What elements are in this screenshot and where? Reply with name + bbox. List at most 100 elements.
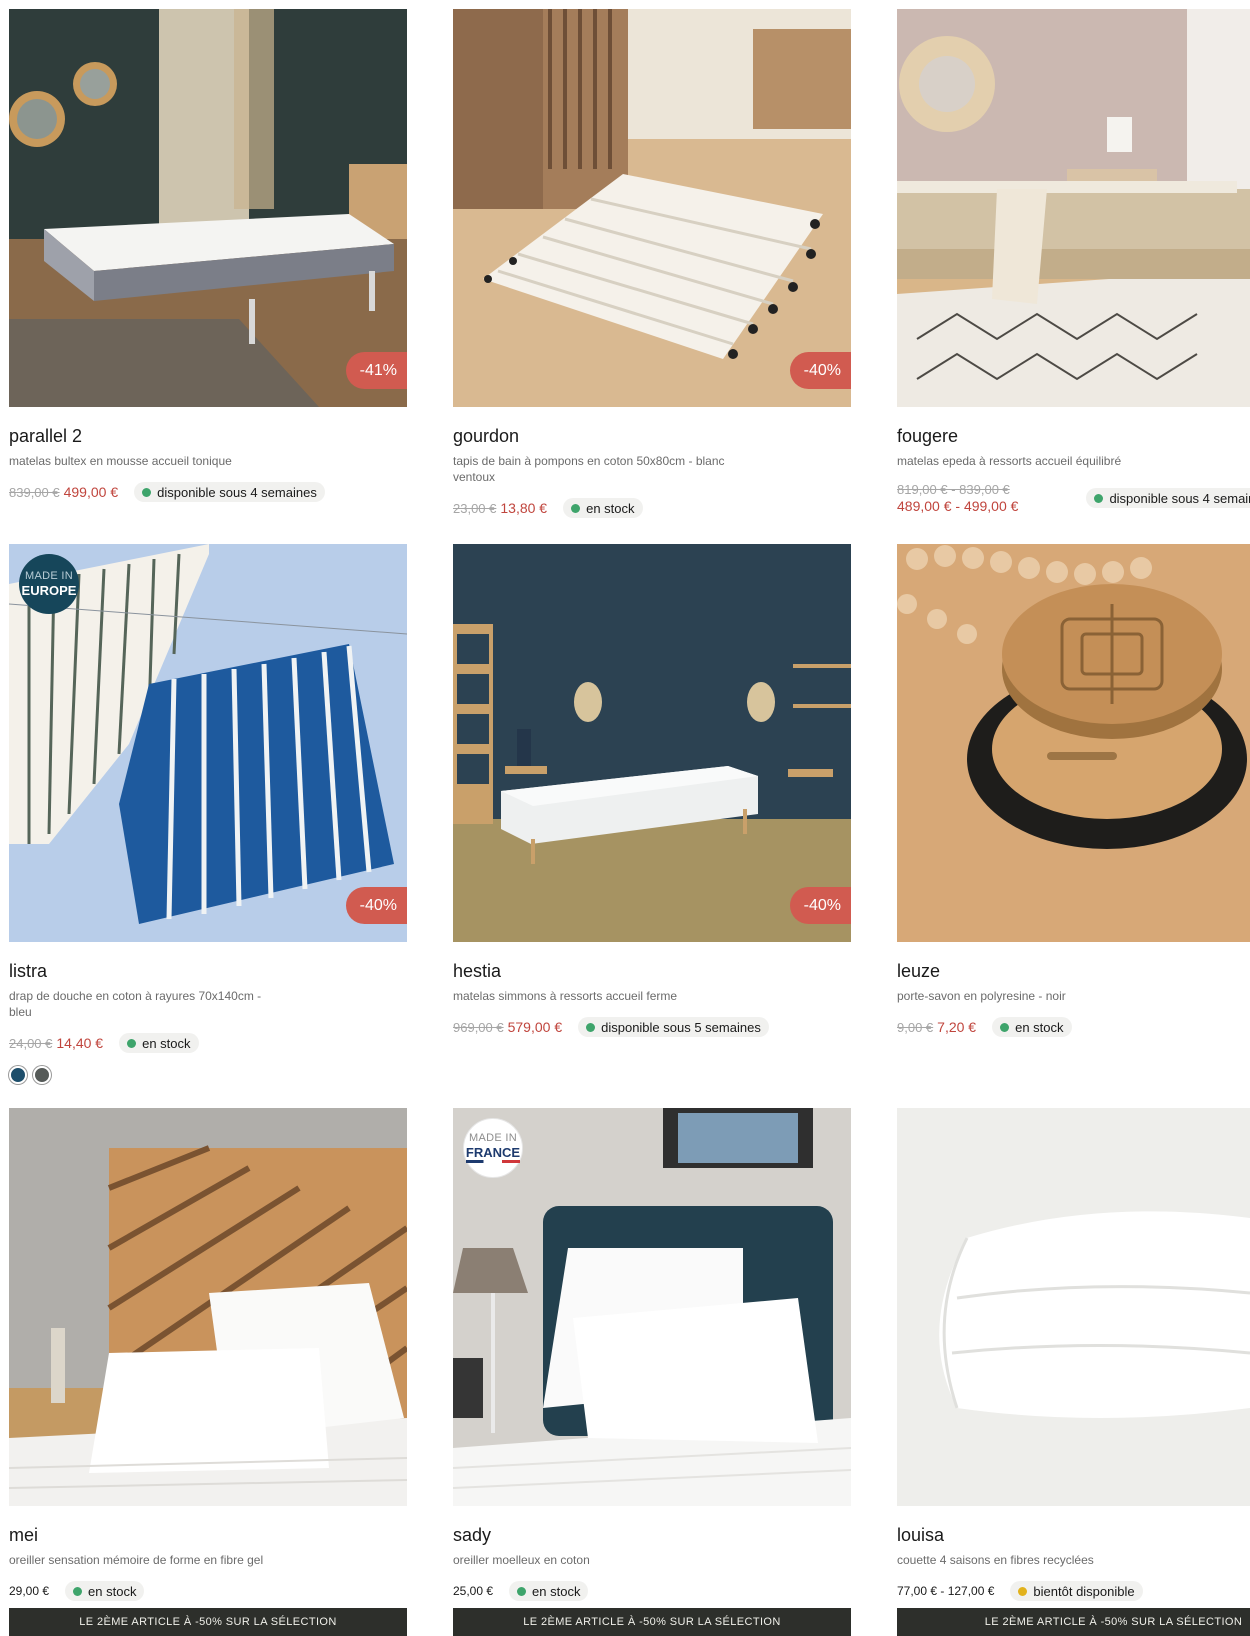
- stock-badge: en stock: [509, 1581, 589, 1601]
- sale-price: 579,00 €: [507, 1019, 563, 1035]
- sale-price: 14,40 €: [56, 1035, 104, 1051]
- price-row: 9,00 € 7,20 € en stock: [897, 1016, 1250, 1038]
- status-dot-icon: [73, 1586, 83, 1596]
- stock-badge: disponible sous 5 semaines: [578, 1017, 769, 1037]
- status-dot-icon: [1094, 493, 1104, 503]
- product-card[interactable]: -40% hestia matelas simmons à ressorts a…: [453, 544, 851, 1038]
- status-dot-icon: [1018, 1586, 1028, 1596]
- discount-badge: -41%: [345, 352, 407, 389]
- old-price: 819,00 € - 839,00 €: [897, 482, 1010, 497]
- status-dot-icon: [1000, 1022, 1010, 1032]
- old-price: 24,00 €: [9, 1035, 53, 1051]
- old-price: 9,00 €: [897, 1019, 934, 1035]
- status-dot-icon: [127, 1038, 137, 1048]
- price-row: 77,00 € - 127,00 € bientôt disponible: [897, 1580, 1250, 1602]
- stock-badge: en stock: [65, 1581, 145, 1601]
- mattress-room-image: [897, 9, 1250, 407]
- sale-price: 7,20 €: [937, 1019, 977, 1035]
- discount-badge: -40%: [789, 352, 851, 389]
- promo-banner[interactable]: LE 2ÈME ARTICLE À -50% SUR LA SÉLECTION: [897, 1608, 1250, 1636]
- product-name[interactable]: leuze: [897, 960, 1250, 982]
- price-row: 819,00 € - 839,00 € 489,00 € - 499,00 € …: [897, 481, 1250, 515]
- price-row: 25,00 € en stock: [453, 1580, 851, 1602]
- product-name[interactable]: gourdon: [453, 425, 851, 447]
- made-in-badge: MADE IN FRANCE: [463, 1118, 523, 1178]
- status-dot-icon: [571, 503, 581, 513]
- price-range: 819,00 € - 839,00 € 489,00 € - 499,00 €: [897, 481, 1018, 515]
- product-description: tapis de bain à pompons en coton 50x80cm…: [453, 454, 725, 484]
- product-name[interactable]: sady: [453, 1524, 851, 1546]
- product-name[interactable]: parallel 2: [9, 425, 407, 447]
- stock-label: disponible sous 4 semaines: [1109, 490, 1250, 506]
- price-row: 839,00 € 499,00 € disponible sous 4 sema…: [9, 481, 407, 503]
- product-image[interactable]: -41%: [9, 9, 407, 407]
- product-card[interactable]: MADE IN FRANCE sady oreiller moelleux en…: [453, 1108, 851, 1636]
- product-name[interactable]: louisa: [897, 1524, 1250, 1546]
- product-name[interactable]: listra: [9, 960, 407, 982]
- product-name[interactable]: mei: [9, 1524, 407, 1546]
- product-image[interactable]: MADE IN FRANCE: [453, 1108, 851, 1506]
- soap-dish-image: [897, 544, 1250, 942]
- old-price: 969,00 €: [453, 1019, 504, 1035]
- made-in-badge: MADE IN EUROPE: [19, 554, 79, 614]
- status-dot-icon: [517, 1586, 527, 1596]
- price: 77,00 € - 127,00 €: [897, 1584, 995, 1598]
- stock-label: disponible sous 5 semaines: [601, 1019, 761, 1035]
- color-swatches: [9, 1066, 407, 1084]
- mattress-blue-room-image: [453, 544, 851, 942]
- product-description: porte-savon en polyresine - noir: [897, 989, 1066, 1003]
- old-price: 839,00 €: [9, 484, 60, 500]
- product-image[interactable]: [897, 9, 1250, 407]
- price: 25,00 €: [453, 1584, 494, 1598]
- stock-badge: en stock: [563, 498, 643, 518]
- promo-banner[interactable]: LE 2ÈME ARTICLE À -50% SUR LA SÉLECTION: [9, 1608, 407, 1636]
- price-row: 23,00 € 13,80 € en stock: [453, 497, 851, 519]
- old-price: 23,00 €: [453, 500, 497, 516]
- product-card[interactable]: -41% parallel 2 matelas bultex en mousse…: [9, 9, 407, 503]
- pillow-headboard-image: [9, 1108, 407, 1506]
- product-description: matelas epeda à ressorts accueil équilib…: [897, 454, 1122, 468]
- price-row: 24,00 € 14,40 € en stock: [9, 1032, 407, 1054]
- status-dot-icon: [586, 1022, 596, 1032]
- stock-label: bientôt disponible: [1033, 1583, 1135, 1599]
- product-card[interactable]: MADE IN EUROPE -40% listra drap de douch…: [9, 544, 407, 1084]
- stock-label: en stock: [88, 1583, 137, 1599]
- product-image[interactable]: [9, 1108, 407, 1506]
- promo-banner[interactable]: LE 2ÈME ARTICLE À -50% SUR LA SÉLECTION: [453, 1608, 851, 1636]
- product-image[interactable]: [897, 1108, 1250, 1506]
- stock-badge: disponible sous 4 semaines: [134, 482, 325, 502]
- product-description: matelas simmons à ressorts accueil ferme: [453, 989, 678, 1003]
- sale-price: 13,80 €: [500, 500, 548, 516]
- price: 29,00 €: [9, 1584, 50, 1598]
- product-card[interactable]: mei oreiller sensation mémoire de forme …: [9, 1108, 407, 1636]
- product-image[interactable]: [897, 544, 1250, 942]
- stock-badge: en stock: [992, 1017, 1072, 1037]
- color-swatch-blue[interactable]: [9, 1066, 27, 1084]
- product-name[interactable]: hestia: [453, 960, 851, 982]
- product-name[interactable]: fougere: [897, 425, 1250, 447]
- product-card[interactable]: leuze porte-savon en polyresine - noir 9…: [897, 544, 1250, 1038]
- product-card[interactable]: fougere matelas epeda à ressorts accueil…: [897, 9, 1250, 515]
- product-description: oreiller sensation mémoire de forme en f…: [9, 1553, 264, 1567]
- product-image[interactable]: MADE IN EUROPE -40%: [9, 544, 407, 942]
- stock-label: en stock: [142, 1035, 191, 1051]
- product-image[interactable]: -40%: [453, 544, 851, 942]
- mattress-bedroom-image: [9, 9, 407, 407]
- product-card[interactable]: louisa couette 4 saisons en fibres recyc…: [897, 1108, 1250, 1636]
- bath-rug-image: [453, 9, 851, 407]
- stock-badge: bientôt disponible: [1010, 1581, 1143, 1601]
- stock-label: disponible sous 4 semaines: [157, 484, 317, 500]
- product-image[interactable]: -40%: [453, 9, 851, 407]
- product-description: drap de douche en coton à rayures 70x140…: [9, 989, 262, 1019]
- sale-price: 499,00 €: [63, 484, 119, 500]
- product-card[interactable]: -40% gourdon tapis de bain à pompons en …: [453, 9, 851, 519]
- price-row: 969,00 € 579,00 € disponible sous 5 sema…: [453, 1016, 851, 1038]
- color-swatch-grey[interactable]: [33, 1066, 51, 1084]
- duvet-image: [897, 1108, 1250, 1506]
- status-dot-icon: [142, 487, 152, 497]
- sale-price: 489,00 € - 499,00 €: [897, 498, 1019, 514]
- stock-badge: disponible sous 4 semaines: [1086, 488, 1250, 508]
- discount-badge: -40%: [345, 887, 407, 924]
- price-row: 29,00 € en stock: [9, 1580, 407, 1602]
- product-description: matelas bultex en mousse accueil tonique: [9, 454, 232, 468]
